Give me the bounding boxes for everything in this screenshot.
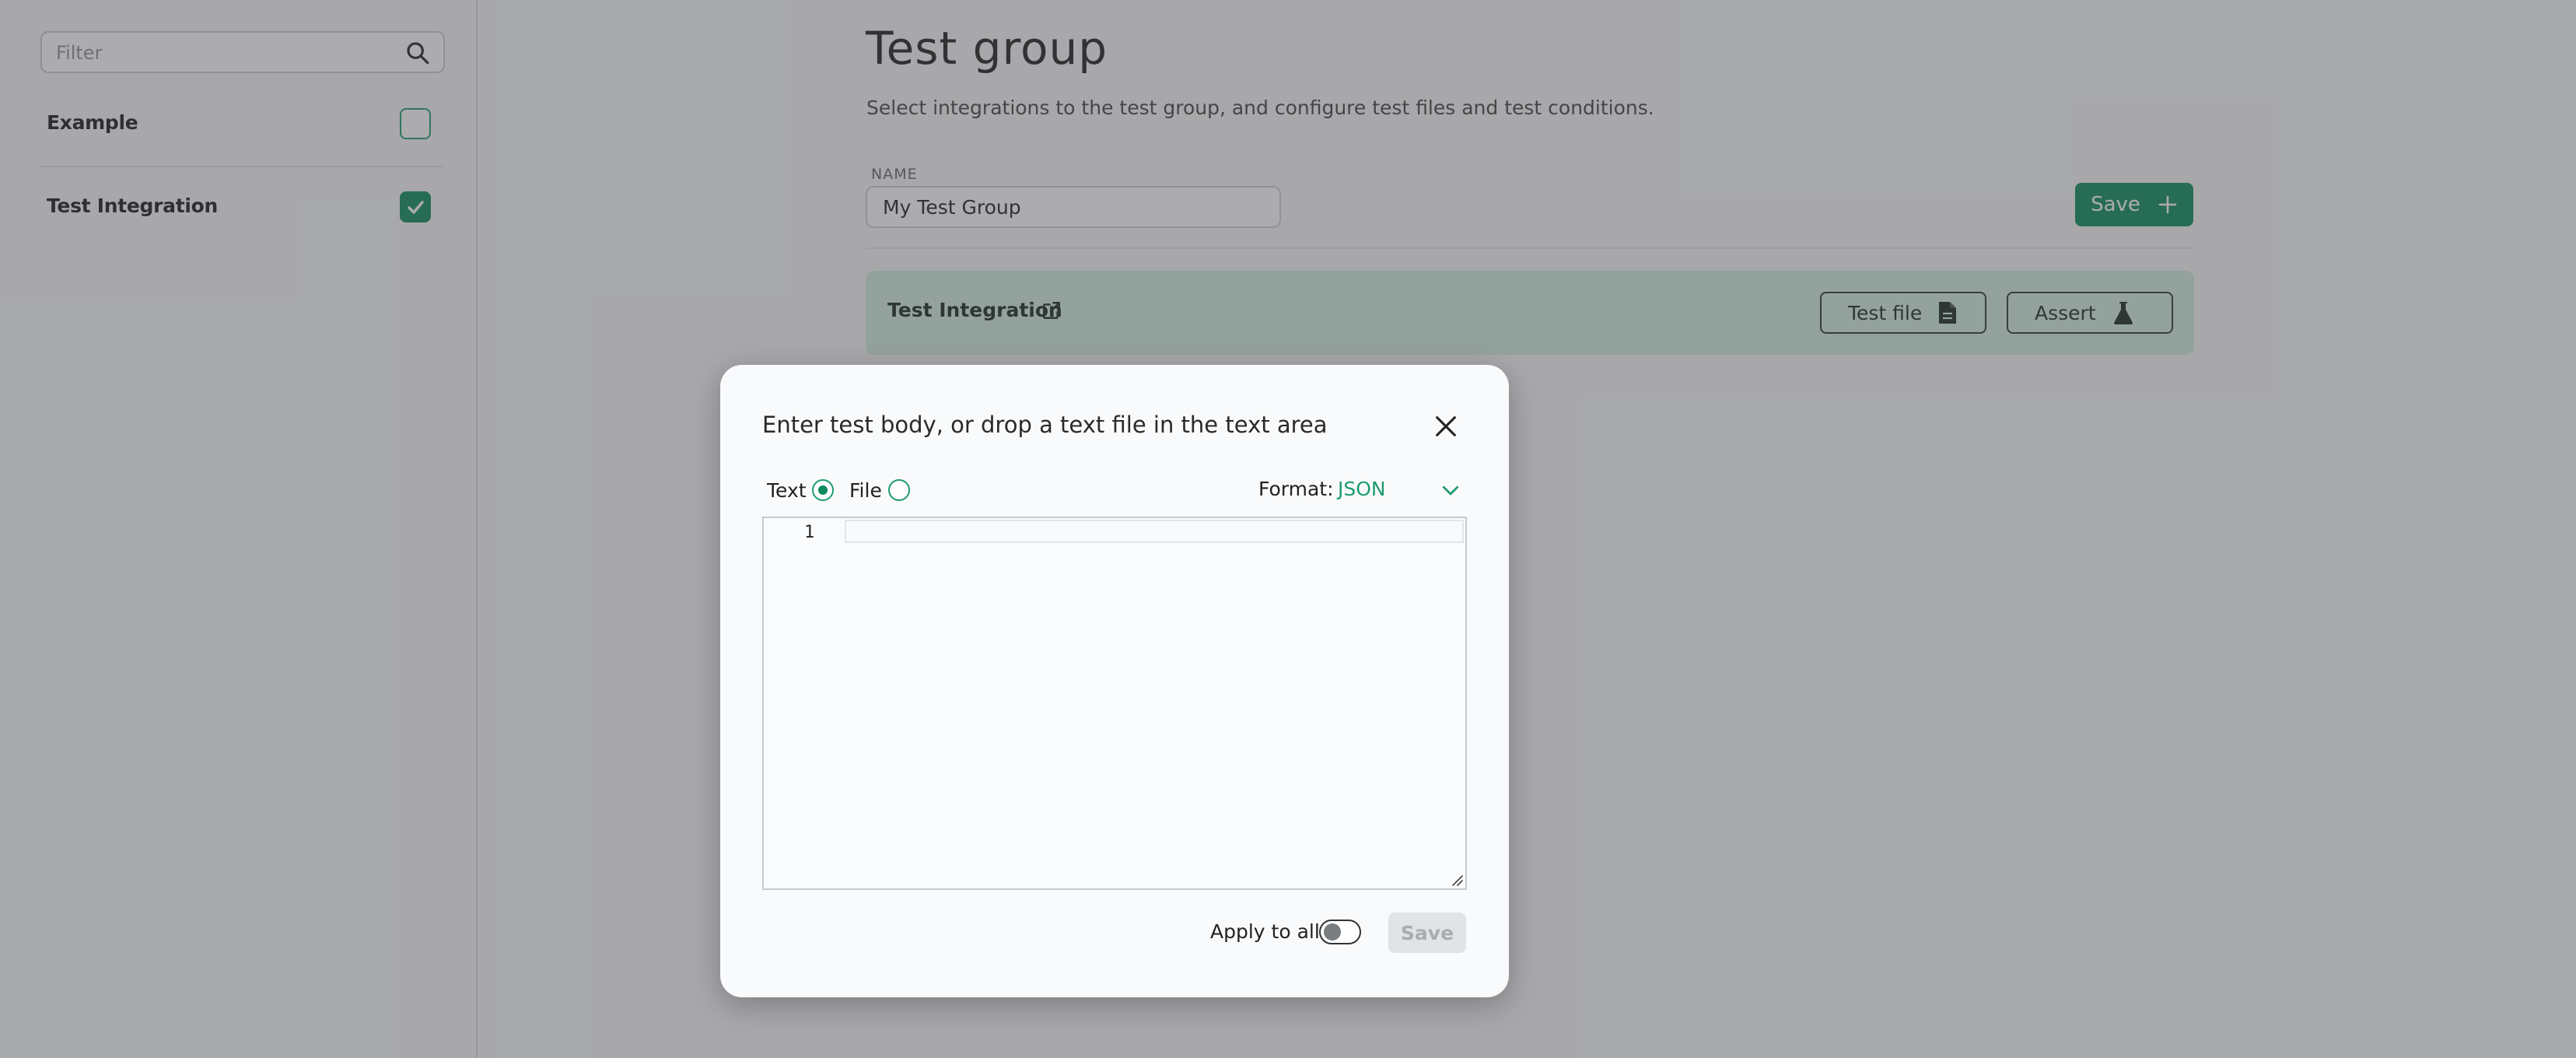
- format-label: Format:: [1258, 478, 1334, 500]
- close-icon[interactable]: [1433, 413, 1459, 440]
- text-radio[interactable]: [812, 479, 834, 501]
- toggle-knob: [1324, 923, 1341, 941]
- chevron-down-icon[interactable]: [1439, 478, 1462, 502]
- line-number: 1: [804, 523, 815, 542]
- resize-handle-icon[interactable]: [1448, 871, 1464, 887]
- active-line[interactable]: [845, 520, 1464, 543]
- test-body-dialog: Enter test body, or drop a text file in …: [720, 365, 1509, 997]
- line-gutter: 1: [764, 518, 845, 888]
- file-radio[interactable]: [888, 479, 910, 501]
- format-select[interactable]: JSON: [1338, 478, 1386, 500]
- file-option-label: File: [849, 479, 882, 502]
- code-editor[interactable]: 1: [762, 517, 1467, 890]
- apply-to-all-label: Apply to all: [1210, 920, 1320, 943]
- dialog-save-button[interactable]: Save: [1388, 913, 1466, 953]
- dialog-title: Enter test body, or drop a text file in …: [762, 412, 1328, 438]
- text-option-label: Text: [767, 479, 807, 502]
- apply-to-all-toggle[interactable]: [1319, 920, 1361, 944]
